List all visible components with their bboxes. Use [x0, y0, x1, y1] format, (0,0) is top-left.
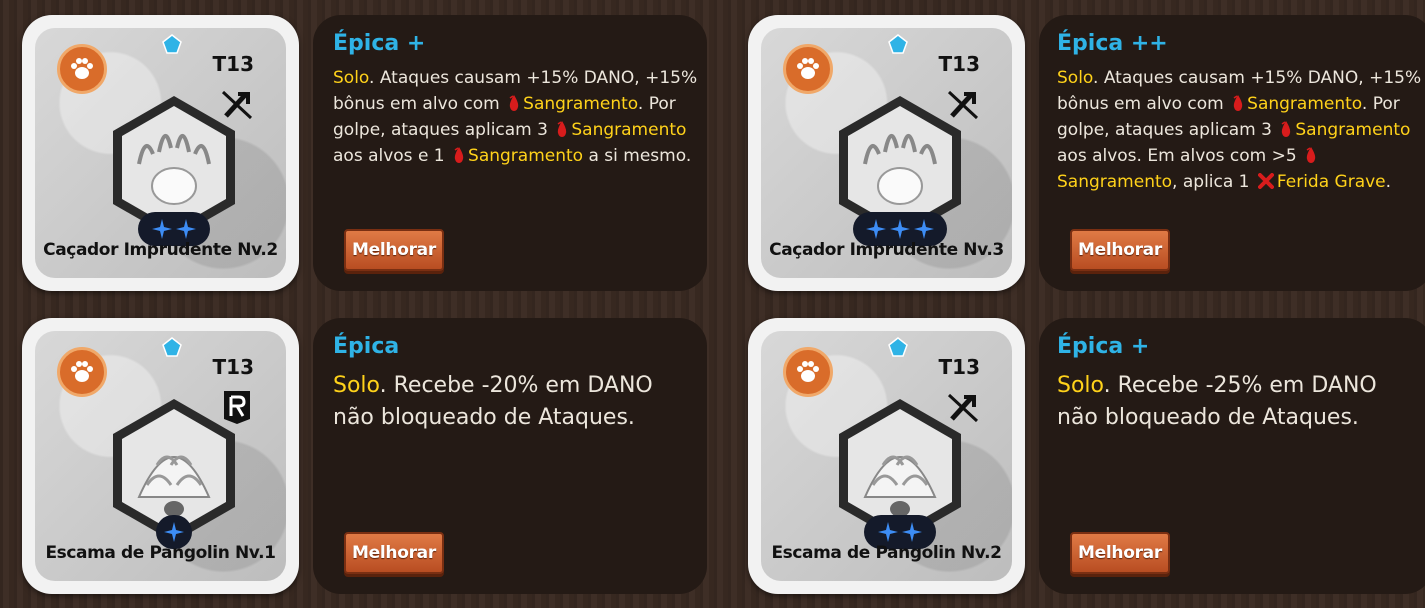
paw-badge-icon: [783, 44, 833, 94]
bleed-drop-icon: [1281, 121, 1291, 137]
keyword-highlight: Sangramento: [571, 120, 687, 140]
description-text: aos alvos e 1: [333, 146, 451, 166]
card-art-background: T13 Caçador Imprudente Nv.3: [761, 28, 1012, 278]
tier-label: T13: [212, 52, 254, 76]
rarity-gem-icon: [162, 34, 182, 54]
item-card-3[interactable]: T13 Escama de Pangolin Nv.1: [22, 318, 299, 594]
star-icon: [878, 522, 898, 542]
upgrade-button[interactable]: Melhorar: [344, 229, 444, 271]
card-art-background: T13 Caçador Imprudente Nv.2: [35, 28, 286, 278]
bleed-drop-icon: [1233, 95, 1243, 111]
item-art: [835, 94, 965, 246]
rarity-gem-icon: [888, 337, 908, 357]
star-icon: [866, 219, 886, 239]
item-detail-panel-3: Épica Solo. Recebe -20% em DANO não bloq…: [313, 318, 707, 594]
keyword-highlight: Sangramento: [1295, 120, 1411, 140]
rarity-label: Épica: [333, 334, 400, 359]
rarity-gem-icon: [888, 34, 908, 54]
star-icon: [902, 522, 922, 542]
upgrade-button[interactable]: Melhorar: [1070, 532, 1170, 574]
tier-label: T13: [212, 355, 254, 379]
item-card-4[interactable]: T13 Escama de Pangolin Nv.2: [748, 318, 1025, 594]
star-icon: [914, 219, 934, 239]
rarity-label: Épica ++: [1057, 31, 1168, 56]
item-description: Solo. Ataques causam +15% DANO, +15% bôn…: [1057, 65, 1423, 195]
tier-label: T13: [938, 355, 980, 379]
grave-wound-icon: [1257, 173, 1274, 189]
item-name: Escama de Pangolin Nv.2: [771, 543, 1002, 563]
item-description: Solo. Recebe -20% em DANO não bloqueado …: [333, 370, 699, 434]
description-text: . Recebe -25% em DANO não bloqueado de A…: [1057, 373, 1377, 430]
item-description: Solo. Recebe -25% em DANO não bloqueado …: [1057, 370, 1423, 434]
keyword-highlight: Sangramento: [1057, 172, 1173, 192]
star-icon: [890, 219, 910, 239]
keyword-highlight: Sangramento: [1247, 94, 1362, 114]
rarity-gem-icon: [162, 337, 182, 357]
keyword-highlight: Ferida Grave: [1276, 172, 1386, 192]
bleed-drop-icon: [454, 147, 464, 163]
keyword-highlight: Sangramento: [468, 146, 584, 166]
paw-badge-icon: [57, 347, 107, 397]
description-text: , aplica 1: [1172, 172, 1255, 192]
keyword-highlight: Solo: [333, 68, 370, 88]
bleed-drop-icon: [509, 95, 519, 111]
bleed-drop-icon: [557, 121, 567, 137]
keyword-highlight: Solo: [333, 373, 380, 398]
keyword-highlight: Sangramento: [523, 94, 638, 114]
item-art: [835, 397, 965, 549]
item-art: [109, 94, 239, 246]
item-detail-panel-4: Épica + Solo. Recebe -25% em DANO não bl…: [1039, 318, 1425, 594]
star-icon: [164, 522, 184, 542]
keyword-highlight: Solo: [1057, 373, 1104, 398]
rarity-label: Épica +: [333, 31, 426, 56]
item-detail-panel-1: Épica + Solo. Ataques causam +15% DANO, …: [313, 15, 707, 291]
item-art: [109, 397, 239, 549]
star-icon: [152, 219, 172, 239]
rarity-label: Épica +: [1057, 334, 1150, 359]
description-text: aos alvos. Em alvos com >5: [1057, 146, 1303, 166]
description-text: .: [1385, 172, 1392, 192]
bleed-drop-icon: [1306, 147, 1316, 163]
upgrade-button[interactable]: Melhorar: [1070, 229, 1170, 271]
paw-badge-icon: [57, 44, 107, 94]
item-name: Caçador Imprudente Nv.2: [43, 240, 278, 260]
star-icon: [176, 219, 196, 239]
card-art-background: T13 Escama de Pangolin Nv.1: [35, 331, 286, 581]
card-art-background: T13 Escama de Pangolin Nv.2: [761, 331, 1012, 581]
item-name: Escama de Pangolin Nv.1: [45, 543, 276, 563]
item-detail-panel-2: Épica ++ Solo. Ataques causam +15% DANO,…: [1039, 15, 1425, 291]
upgrade-button[interactable]: Melhorar: [344, 532, 444, 574]
paw-badge-icon: [783, 347, 833, 397]
item-card-2[interactable]: T13 Caçador Imprudente Nv.3: [748, 15, 1025, 291]
description-text: a si mesmo.: [583, 146, 692, 166]
item-description: Solo. Ataques causam +15% DANO, +15% bôn…: [333, 65, 699, 169]
tier-label: T13: [938, 52, 980, 76]
item-name: Caçador Imprudente Nv.3: [769, 240, 1004, 260]
keyword-highlight: Solo: [1057, 68, 1094, 88]
description-text: . Recebe -20% em DANO não bloqueado de A…: [333, 373, 653, 430]
item-card-1[interactable]: T13 Caçador Imprudente Nv.2: [22, 15, 299, 291]
